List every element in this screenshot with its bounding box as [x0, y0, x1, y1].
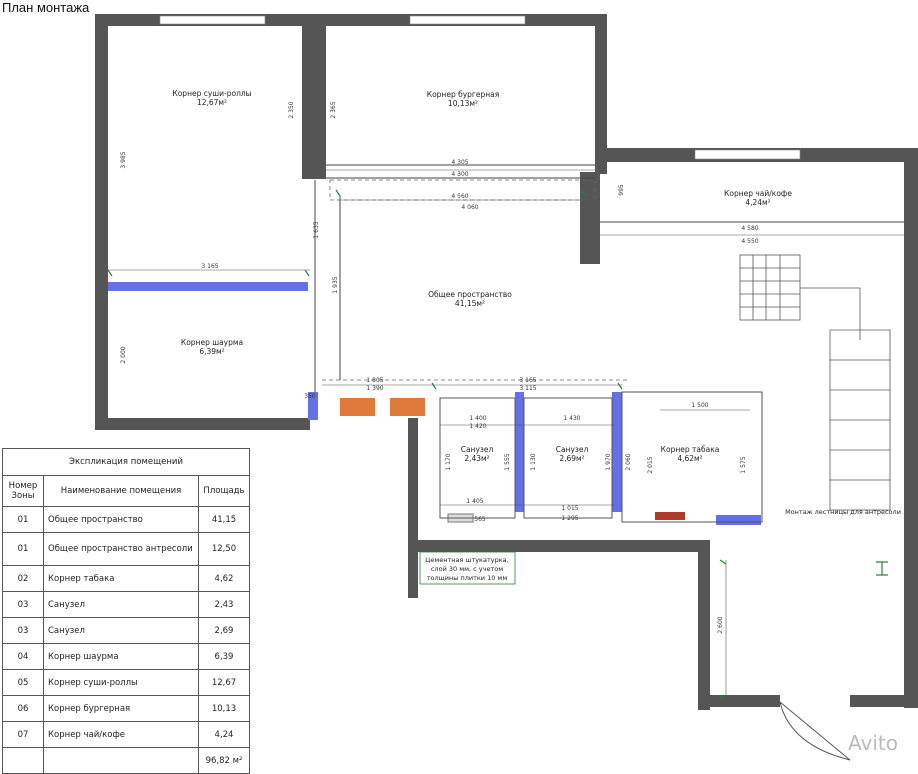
table-caption: Экспликация помещений [2, 448, 250, 476]
room-sushi-name: Корнер суши-роллы [172, 89, 251, 98]
row-area: 6,39 [198, 643, 250, 670]
row-area: 10,13 [198, 695, 250, 722]
dim-label: 2 000 [120, 346, 127, 363]
row-zone: 05 [2, 669, 44, 696]
row-zone: 07 [2, 721, 44, 748]
dim-label: 1 555 [504, 453, 511, 470]
table-total: 96,82 м² [198, 747, 250, 774]
room-tea-name: Корнер чай/кофе [724, 189, 792, 198]
dim-label: 4 300 [451, 171, 468, 178]
dim-label: 4 550 [741, 238, 758, 245]
row-name: Санузел [43, 591, 199, 618]
dim-label: 4 560 [451, 193, 468, 200]
dim-label: 1 295 [561, 515, 578, 522]
room-burger-name: Корнер бургерная [427, 90, 500, 99]
dim-label: 1 420 [469, 423, 486, 430]
col-zone-header: Номер Зоны [2, 475, 44, 507]
row-zone: 03 [2, 617, 44, 644]
entrance-door [779, 701, 851, 761]
row-area: 4,62 [198, 565, 250, 592]
col-area-header: Площадь [198, 475, 250, 507]
room-sushi-area: 12,67м² [197, 98, 227, 107]
room-wc2-name: Санузел [556, 445, 589, 454]
row-name: Корнер суши-роллы [43, 669, 199, 696]
dim-label: 3 115 [519, 385, 536, 392]
avito-watermark: Avito [848, 731, 898, 755]
room-tobacco-name: Корнер табака [661, 445, 720, 454]
row-name: Корнер табака [43, 565, 199, 592]
row-area: 12,67 [198, 669, 250, 696]
dim-label: 1 015 [561, 505, 578, 512]
dim-label: 3 165 [519, 377, 536, 384]
row-zone: 01 [2, 506, 44, 533]
row-area: 2,43 [198, 591, 250, 618]
dim-label: 1 390 [366, 385, 383, 392]
dim-label: 2 365 [330, 101, 337, 118]
row-name: Корнер шаурма [43, 643, 199, 670]
windows [159, 15, 801, 160]
dim-label: 350 [304, 393, 316, 400]
dim-label: 565 [474, 516, 486, 523]
dim-label: 2 350 [288, 101, 295, 118]
dim-label: 3 165 [201, 263, 218, 270]
dim-label: 2 060 [625, 453, 632, 470]
room-common-name: Общее пространство [428, 290, 512, 299]
row-name: Корнер чай/кофе [43, 721, 199, 748]
dim-label: 1 405 [466, 498, 483, 505]
room-wc2-area: 2,69м² [559, 454, 584, 463]
dim-label: 4 060 [461, 204, 478, 211]
dim-label: 1 170 [445, 453, 452, 470]
row-zone: 06 [2, 695, 44, 722]
dim-label: 2 015 [647, 456, 654, 473]
dim-label: 1 500 [691, 402, 708, 409]
room-wc1-name: Санузел [461, 445, 494, 454]
room-tobacco-area: 4,62м² [677, 454, 702, 463]
rooms-table: Экспликация помещений Номер Зоны Наимено… [2, 448, 250, 774]
row-area: 12,50 [198, 532, 250, 566]
dim-label: 1 400 [469, 415, 486, 422]
dim-label: 1 635 [313, 221, 320, 238]
col-name-header: Наименование помещения [43, 475, 199, 507]
row-zone: 03 [2, 591, 44, 618]
room-wc1-area: 2,43м² [464, 454, 489, 463]
row-name: Общее пространство антресоли [43, 532, 199, 566]
room-shawarma-area: 6,39м² [199, 347, 224, 356]
dim-label: 995 [618, 184, 625, 196]
dim-label: 1 575 [740, 456, 747, 473]
row-name: Корнер бургерная [43, 695, 199, 722]
row-area: 4,24 [198, 721, 250, 748]
dim-label: 4 580 [741, 225, 758, 232]
counters [340, 398, 685, 523]
room-tea-area: 4,24м² [745, 198, 770, 207]
row-zone: 01 [2, 532, 44, 566]
row-area: 41,15 [198, 506, 250, 533]
dim-label: 1 430 [563, 415, 580, 422]
room-common-area: 41,15м² [455, 299, 485, 308]
dim-label: 1 970 [605, 453, 612, 470]
row-area: 2,69 [198, 617, 250, 644]
room-shawarma-name: Корнер шаурма [181, 338, 243, 347]
plaster-note-1: Цементная штукатурка, [425, 556, 508, 564]
dim-label: 2 600 [717, 616, 724, 633]
row-zone: 02 [2, 565, 44, 592]
dim-label: 1 130 [530, 453, 537, 470]
dim-label: 1 935 [332, 276, 339, 293]
row-zone: 04 [2, 643, 44, 670]
plaster-note-2: слой 30 мм, с учетом [431, 565, 503, 573]
row-name: Общее пространство [43, 506, 199, 533]
dim-label: 1 805 [366, 377, 383, 384]
stairs-note: Монтаж лестницы для антресоли [785, 508, 901, 516]
row-name: Санузел [43, 617, 199, 644]
plaster-note-3: толщины плитки 10 мм [427, 574, 508, 582]
dim-label: 4 305 [451, 159, 468, 166]
dim-label: 3 985 [120, 151, 127, 168]
room-burger-area: 10,13м² [448, 99, 478, 108]
